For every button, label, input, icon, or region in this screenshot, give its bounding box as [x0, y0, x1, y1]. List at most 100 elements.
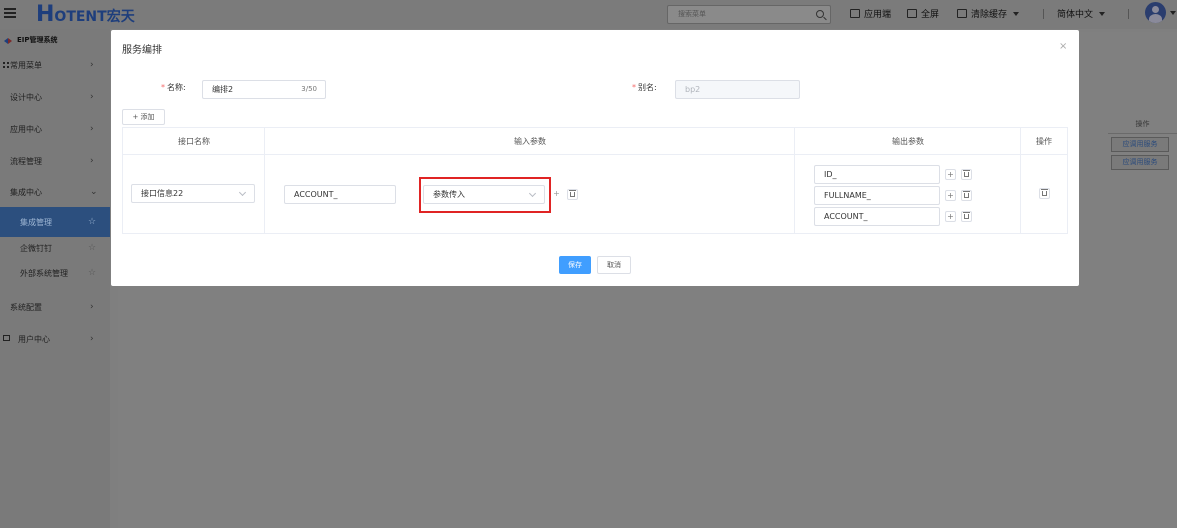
output-param-value: FULLNAME_	[824, 191, 871, 200]
grid-icon	[3, 62, 9, 68]
clear-cache-icon	[957, 9, 967, 18]
app-end-button[interactable]: 应用端	[850, 7, 891, 20]
alias-label-text: 别名:	[638, 83, 657, 92]
name-input-value: 编排2	[212, 85, 234, 94]
add-input-param-button[interactable]: +	[551, 189, 562, 200]
sidebar-item-label: 集成中心	[10, 187, 42, 197]
search-icon[interactable]	[816, 10, 824, 18]
sidebar-item-common-menu[interactable]: 常用菜单 ›	[0, 50, 110, 80]
background-column-header: 操作	[1108, 114, 1177, 134]
sidebar-item-design-center[interactable]: 设计中心 ›	[0, 82, 110, 112]
sidebar-item-label: 系统配置	[10, 302, 42, 312]
chevron-right-icon: ›	[90, 156, 94, 166]
sidebar: EIP管理系统 常用菜单 › 设计中心 › 应用中心 › 流程管理 › 集成中心…	[0, 29, 110, 528]
service-orchestration-dialog: 服务编排 × * 名称: 编排2 3/50 * 别名: bp2 + 添加 接口名称 …	[111, 30, 1079, 286]
delete-output-param-button[interactable]	[961, 190, 972, 201]
name-char-count: 3/50	[301, 85, 317, 93]
cancel-button[interactable]: 取消	[597, 256, 631, 274]
trash-icon	[1041, 189, 1048, 196]
sidebar-item-app-center[interactable]: 应用中心 ›	[0, 114, 110, 144]
output-param-field-id[interactable]: ID_	[814, 165, 940, 184]
input-param-name-field[interactable]: ACCOUNT_	[284, 185, 396, 204]
logo-text: OTENT宏天	[54, 9, 135, 25]
star-icon[interactable]: ☆	[88, 268, 96, 278]
add-output-param-button[interactable]: +	[945, 211, 956, 222]
language-select[interactable]: 简体中文	[1057, 7, 1106, 20]
output-param-field-fullname[interactable]: FULLNAME_	[814, 186, 940, 205]
system-title-text: EIP管理系统	[17, 36, 58, 44]
sidebar-item-external-systems[interactable]: 外部系统管理 ☆	[0, 258, 110, 288]
interface-name-value: 接口信息22	[141, 189, 184, 198]
input-param-name-value: ACCOUNT_	[294, 190, 338, 199]
sidebar-item-user-center[interactable]: 用户中心 ›	[0, 324, 110, 354]
column-header-actions: 操作	[1036, 137, 1052, 146]
star-icon[interactable]: ☆	[88, 243, 96, 253]
name-label: * 名称:	[161, 82, 186, 93]
system-logo-icon	[4, 36, 12, 44]
name-label-text: 名称:	[167, 83, 186, 92]
star-icon[interactable]: ☆	[88, 217, 96, 227]
delete-output-param-button[interactable]	[961, 211, 972, 222]
trash-icon	[963, 170, 970, 177]
alias-label: * 别名:	[632, 82, 657, 93]
trash-icon	[963, 212, 970, 219]
background-row-button[interactable]: 应调用服务	[1111, 137, 1169, 152]
logo-mark: H	[36, 1, 54, 27]
delete-input-param-button[interactable]	[567, 189, 578, 200]
background-row-button[interactable]: 应调用服务	[1111, 155, 1169, 170]
name-input[interactable]: 编排2 3/50	[202, 80, 326, 99]
highlight-annotation	[419, 177, 551, 213]
clear-cache-button[interactable]: 清除缓存	[957, 7, 1020, 20]
fullscreen-button[interactable]: 全屏	[907, 7, 939, 20]
add-output-param-button[interactable]: +	[945, 169, 956, 180]
dialog-title: 服务编排	[122, 45, 162, 56]
header-divider	[1043, 9, 1044, 19]
header-search-input[interactable]: 搜索菜单	[667, 5, 831, 24]
sidebar-item-label: 企微钉钉	[20, 243, 52, 253]
avatar-icon[interactable]	[1145, 2, 1166, 23]
required-mark: *	[161, 83, 165, 92]
background-action-column: 操作 应调用服务 应调用服务	[1108, 114, 1177, 170]
sidebar-item-system-config[interactable]: 系统配置 ›	[0, 292, 110, 322]
language-label: 简体中文	[1057, 10, 1094, 20]
chevron-right-icon: ›	[90, 124, 94, 134]
monitor-icon	[850, 9, 860, 18]
output-param-field-account[interactable]: ACCOUNT_	[814, 207, 940, 226]
delete-output-param-button[interactable]	[961, 169, 972, 180]
fullscreen-label: 全屏	[921, 10, 940, 20]
menu-toggle-icon[interactable]	[4, 8, 16, 20]
chevron-right-icon: ›	[90, 60, 94, 70]
trash-icon	[963, 191, 970, 198]
top-header: H OTENT宏天 搜索菜单 应用端 全屏 清除缓存 简体中文	[0, 0, 1177, 29]
add-button[interactable]: + 添加	[122, 109, 165, 125]
sidebar-item-label: 外部系统管理	[20, 268, 68, 278]
save-button[interactable]: 保存	[559, 256, 591, 274]
monitor-icon	[3, 335, 10, 341]
trash-icon	[569, 190, 576, 197]
chevron-down-icon[interactable]	[1170, 11, 1176, 15]
add-output-param-button[interactable]: +	[945, 190, 956, 201]
sidebar-item-process-management[interactable]: 流程管理 ›	[0, 146, 110, 176]
chevron-down-icon: ⌄	[90, 187, 98, 197]
sidebar-item-integration-center[interactable]: 集成中心 ⌄	[0, 177, 110, 207]
chevron-down-icon	[238, 188, 247, 197]
sidebar-item-label: 常用菜单	[10, 60, 42, 70]
header-search-placeholder: 搜索菜单	[678, 10, 706, 18]
table-column	[123, 128, 265, 233]
logo[interactable]: H OTENT宏天	[36, 1, 135, 27]
output-param-value: ACCOUNT_	[824, 212, 868, 221]
delete-row-button[interactable]	[1039, 188, 1050, 199]
fullscreen-icon	[907, 9, 917, 18]
alias-input: bp2	[675, 80, 800, 99]
clear-cache-label: 清除缓存	[971, 10, 1008, 20]
header-divider	[1128, 9, 1129, 19]
sidebar-item-label: 集成管理	[20, 217, 52, 227]
sidebar-item-label: 应用中心	[10, 124, 42, 134]
output-param-value: ID_	[824, 170, 837, 179]
interface-name-select[interactable]: 接口信息22	[131, 184, 255, 203]
sidebar-item-label: 设计中心	[10, 92, 42, 102]
sidebar-item-label: 用户中心	[18, 334, 50, 344]
system-title: EIP管理系统	[4, 35, 58, 45]
app-end-label: 应用端	[864, 10, 892, 20]
close-icon[interactable]: ×	[1059, 41, 1067, 52]
